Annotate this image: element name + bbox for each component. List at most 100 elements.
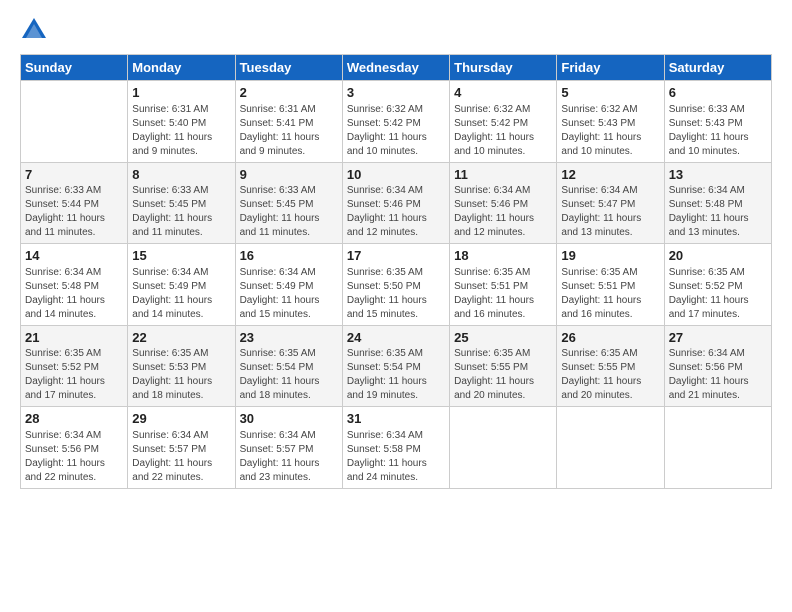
day-number: 16 xyxy=(240,247,338,265)
day-number: 1 xyxy=(132,84,230,102)
day-info: Sunrise: 6:35 AM Sunset: 5:53 PM Dayligh… xyxy=(132,347,230,403)
day-number: 3 xyxy=(347,84,445,102)
calendar-cell: 20Sunrise: 6:35 AM Sunset: 5:52 PM Dayli… xyxy=(664,244,771,326)
calendar: SundayMondayTuesdayWednesdayThursdayFrid… xyxy=(20,54,772,489)
day-info: Sunrise: 6:34 AM Sunset: 5:49 PM Dayligh… xyxy=(132,266,230,322)
day-number: 2 xyxy=(240,84,338,102)
day-info: Sunrise: 6:34 AM Sunset: 5:47 PM Dayligh… xyxy=(561,184,659,240)
calendar-cell: 3Sunrise: 6:32 AM Sunset: 5:42 PM Daylig… xyxy=(342,81,449,163)
day-number: 21 xyxy=(25,329,123,347)
calendar-week-row: 1Sunrise: 6:31 AM Sunset: 5:40 PM Daylig… xyxy=(21,81,772,163)
day-number: 22 xyxy=(132,329,230,347)
day-info: Sunrise: 6:33 AM Sunset: 5:45 PM Dayligh… xyxy=(240,184,338,240)
day-number: 15 xyxy=(132,247,230,265)
calendar-cell: 7Sunrise: 6:33 AM Sunset: 5:44 PM Daylig… xyxy=(21,162,128,244)
calendar-cell: 9Sunrise: 6:33 AM Sunset: 5:45 PM Daylig… xyxy=(235,162,342,244)
calendar-cell: 2Sunrise: 6:31 AM Sunset: 5:41 PM Daylig… xyxy=(235,81,342,163)
calendar-cell: 27Sunrise: 6:34 AM Sunset: 5:56 PM Dayli… xyxy=(664,325,771,407)
day-number: 5 xyxy=(561,84,659,102)
day-number: 14 xyxy=(25,247,123,265)
day-info: Sunrise: 6:34 AM Sunset: 5:46 PM Dayligh… xyxy=(454,184,552,240)
day-number: 29 xyxy=(132,410,230,428)
day-number: 19 xyxy=(561,247,659,265)
header-day: Wednesday xyxy=(342,55,449,81)
day-info: Sunrise: 6:34 AM Sunset: 5:48 PM Dayligh… xyxy=(25,266,123,322)
day-number: 26 xyxy=(561,329,659,347)
calendar-cell: 15Sunrise: 6:34 AM Sunset: 5:49 PM Dayli… xyxy=(128,244,235,326)
calendar-week-row: 21Sunrise: 6:35 AM Sunset: 5:52 PM Dayli… xyxy=(21,325,772,407)
header-day: Sunday xyxy=(21,55,128,81)
header-day: Saturday xyxy=(664,55,771,81)
day-number: 18 xyxy=(454,247,552,265)
calendar-cell: 11Sunrise: 6:34 AM Sunset: 5:46 PM Dayli… xyxy=(450,162,557,244)
logo xyxy=(20,16,52,44)
calendar-week-row: 14Sunrise: 6:34 AM Sunset: 5:48 PM Dayli… xyxy=(21,244,772,326)
day-info: Sunrise: 6:35 AM Sunset: 5:55 PM Dayligh… xyxy=(561,347,659,403)
header-day: Tuesday xyxy=(235,55,342,81)
day-number: 6 xyxy=(669,84,767,102)
calendar-cell: 23Sunrise: 6:35 AM Sunset: 5:54 PM Dayli… xyxy=(235,325,342,407)
calendar-cell xyxy=(450,407,557,489)
header xyxy=(20,16,772,44)
calendar-cell: 26Sunrise: 6:35 AM Sunset: 5:55 PM Dayli… xyxy=(557,325,664,407)
calendar-cell: 5Sunrise: 6:32 AM Sunset: 5:43 PM Daylig… xyxy=(557,81,664,163)
day-info: Sunrise: 6:34 AM Sunset: 5:49 PM Dayligh… xyxy=(240,266,338,322)
calendar-cell: 25Sunrise: 6:35 AM Sunset: 5:55 PM Dayli… xyxy=(450,325,557,407)
calendar-cell xyxy=(21,81,128,163)
day-info: Sunrise: 6:32 AM Sunset: 5:42 PM Dayligh… xyxy=(347,103,445,159)
day-info: Sunrise: 6:35 AM Sunset: 5:54 PM Dayligh… xyxy=(240,347,338,403)
day-info: Sunrise: 6:32 AM Sunset: 5:43 PM Dayligh… xyxy=(561,103,659,159)
day-info: Sunrise: 6:34 AM Sunset: 5:58 PM Dayligh… xyxy=(347,429,445,485)
header-day: Friday xyxy=(557,55,664,81)
day-number: 9 xyxy=(240,166,338,184)
calendar-cell: 8Sunrise: 6:33 AM Sunset: 5:45 PM Daylig… xyxy=(128,162,235,244)
day-info: Sunrise: 6:34 AM Sunset: 5:57 PM Dayligh… xyxy=(132,429,230,485)
calendar-cell xyxy=(664,407,771,489)
calendar-cell xyxy=(557,407,664,489)
day-number: 12 xyxy=(561,166,659,184)
day-number: 8 xyxy=(132,166,230,184)
day-info: Sunrise: 6:35 AM Sunset: 5:55 PM Dayligh… xyxy=(454,347,552,403)
day-info: Sunrise: 6:33 AM Sunset: 5:45 PM Dayligh… xyxy=(132,184,230,240)
header-day: Monday xyxy=(128,55,235,81)
header-day: Thursday xyxy=(450,55,557,81)
calendar-cell: 17Sunrise: 6:35 AM Sunset: 5:50 PM Dayli… xyxy=(342,244,449,326)
day-number: 23 xyxy=(240,329,338,347)
calendar-cell: 4Sunrise: 6:32 AM Sunset: 5:42 PM Daylig… xyxy=(450,81,557,163)
calendar-cell: 16Sunrise: 6:34 AM Sunset: 5:49 PM Dayli… xyxy=(235,244,342,326)
page: SundayMondayTuesdayWednesdayThursdayFrid… xyxy=(0,0,792,612)
day-info: Sunrise: 6:34 AM Sunset: 5:57 PM Dayligh… xyxy=(240,429,338,485)
calendar-cell: 28Sunrise: 6:34 AM Sunset: 5:56 PM Dayli… xyxy=(21,407,128,489)
day-info: Sunrise: 6:35 AM Sunset: 5:52 PM Dayligh… xyxy=(25,347,123,403)
calendar-cell: 19Sunrise: 6:35 AM Sunset: 5:51 PM Dayli… xyxy=(557,244,664,326)
day-info: Sunrise: 6:35 AM Sunset: 5:51 PM Dayligh… xyxy=(454,266,552,322)
day-info: Sunrise: 6:31 AM Sunset: 5:41 PM Dayligh… xyxy=(240,103,338,159)
day-info: Sunrise: 6:34 AM Sunset: 5:56 PM Dayligh… xyxy=(25,429,123,485)
calendar-cell: 10Sunrise: 6:34 AM Sunset: 5:46 PM Dayli… xyxy=(342,162,449,244)
header-row: SundayMondayTuesdayWednesdayThursdayFrid… xyxy=(21,55,772,81)
day-info: Sunrise: 6:35 AM Sunset: 5:54 PM Dayligh… xyxy=(347,347,445,403)
calendar-header: SundayMondayTuesdayWednesdayThursdayFrid… xyxy=(21,55,772,81)
day-number: 4 xyxy=(454,84,552,102)
logo-icon xyxy=(20,16,48,44)
calendar-cell: 14Sunrise: 6:34 AM Sunset: 5:48 PM Dayli… xyxy=(21,244,128,326)
day-number: 7 xyxy=(25,166,123,184)
day-number: 20 xyxy=(669,247,767,265)
calendar-cell: 30Sunrise: 6:34 AM Sunset: 5:57 PM Dayli… xyxy=(235,407,342,489)
day-info: Sunrise: 6:33 AM Sunset: 5:43 PM Dayligh… xyxy=(669,103,767,159)
calendar-cell: 29Sunrise: 6:34 AM Sunset: 5:57 PM Dayli… xyxy=(128,407,235,489)
calendar-cell: 31Sunrise: 6:34 AM Sunset: 5:58 PM Dayli… xyxy=(342,407,449,489)
calendar-week-row: 7Sunrise: 6:33 AM Sunset: 5:44 PM Daylig… xyxy=(21,162,772,244)
calendar-cell: 1Sunrise: 6:31 AM Sunset: 5:40 PM Daylig… xyxy=(128,81,235,163)
calendar-cell: 24Sunrise: 6:35 AM Sunset: 5:54 PM Dayli… xyxy=(342,325,449,407)
day-number: 31 xyxy=(347,410,445,428)
calendar-week-row: 28Sunrise: 6:34 AM Sunset: 5:56 PM Dayli… xyxy=(21,407,772,489)
day-info: Sunrise: 6:35 AM Sunset: 5:51 PM Dayligh… xyxy=(561,266,659,322)
day-number: 24 xyxy=(347,329,445,347)
day-number: 30 xyxy=(240,410,338,428)
day-number: 27 xyxy=(669,329,767,347)
day-info: Sunrise: 6:35 AM Sunset: 5:52 PM Dayligh… xyxy=(669,266,767,322)
day-info: Sunrise: 6:31 AM Sunset: 5:40 PM Dayligh… xyxy=(132,103,230,159)
day-number: 10 xyxy=(347,166,445,184)
day-info: Sunrise: 6:34 AM Sunset: 5:48 PM Dayligh… xyxy=(669,184,767,240)
